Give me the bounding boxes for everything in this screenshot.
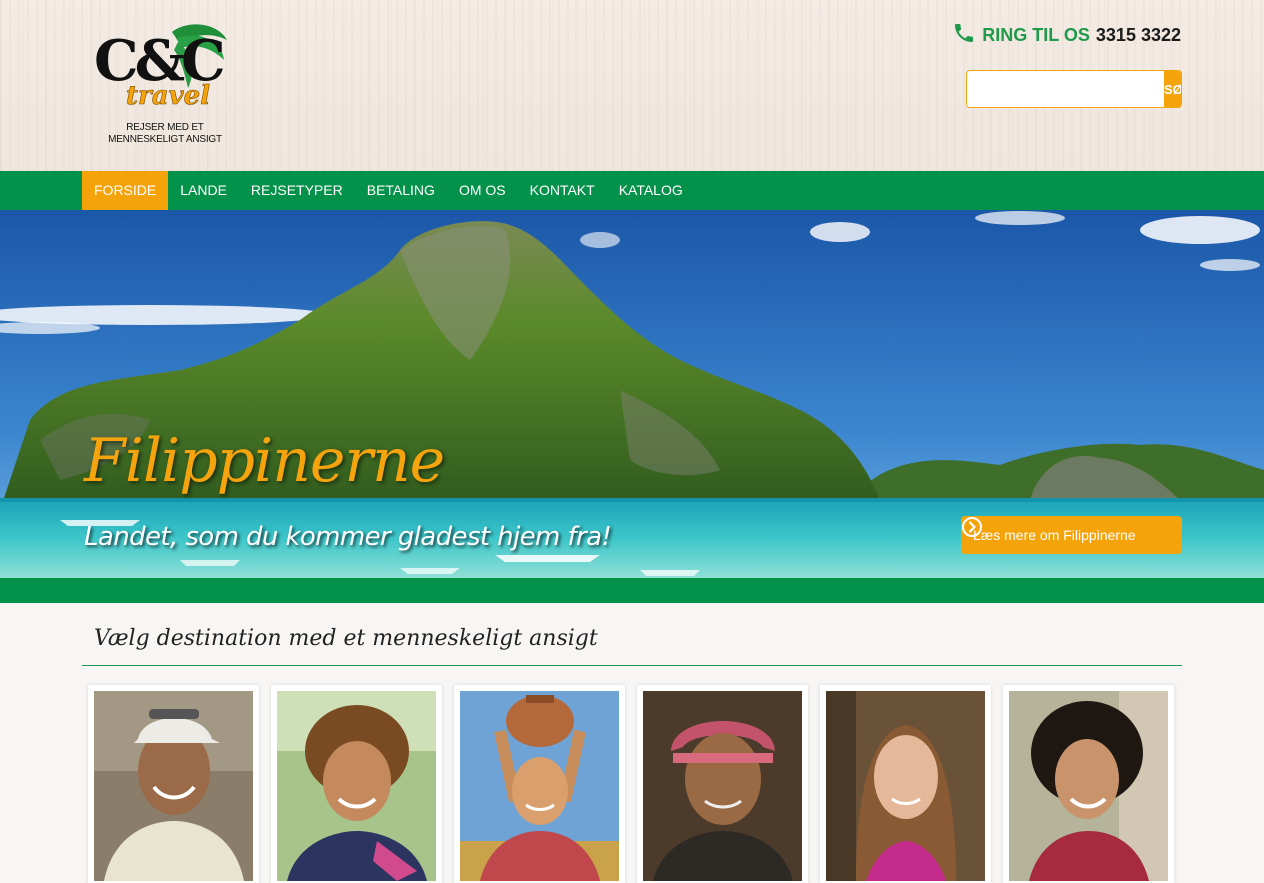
site-header: C&C travel REJSER MED ET MENNESKELIGT AN… <box>0 0 1264 171</box>
destinations-heading: Vælg destination med et menneskeligt ans… <box>94 626 598 651</box>
logo-tagline: REJSER MED ET MENNESKELIGT ANSIGT <box>108 122 222 145</box>
phone-contact[interactable]: RING TIL OS 3315 3322 <box>952 22 1181 48</box>
destination-card[interactable] <box>820 685 991 883</box>
logo-subtext: travel <box>126 81 210 111</box>
destination-card[interactable] <box>637 685 808 883</box>
main-nav: FORSIDE LANDE REJSETYPER BETALING OM OS … <box>0 171 1264 210</box>
nav-item-rejsetyper[interactable]: REJSETYPER <box>239 171 355 210</box>
portrait-boy-curly-icon <box>277 691 436 881</box>
destination-card[interactable] <box>271 685 442 883</box>
phone-icon <box>952 21 976 50</box>
destination-card[interactable] <box>1003 685 1174 883</box>
portrait-man-cap-icon <box>94 691 253 881</box>
portrait-woman-pot-icon <box>460 691 619 881</box>
nav-item-om-os[interactable]: OM OS <box>447 171 518 210</box>
portrait-woman-scarf-icon <box>643 691 802 881</box>
nav-item-betaling[interactable]: BETALING <box>355 171 447 210</box>
destination-cards <box>88 685 1188 883</box>
section-divider <box>82 665 1182 666</box>
read-more-button[interactable]: Læs mere om Filippinerne <box>961 516 1182 554</box>
search-input[interactable] <box>967 71 1164 107</box>
hero-bottom-band <box>0 578 1264 603</box>
search-button[interactable]: SØG <box>1164 71 1181 107</box>
hero-banner[interactable]: Filippinerne Landet, som du kommer glade… <box>0 210 1264 578</box>
nav-item-kontakt[interactable]: KONTAKT <box>518 171 607 210</box>
destination-card[interactable] <box>88 685 259 883</box>
portrait-girl-curly-icon <box>1009 691 1168 881</box>
nav-item-lande[interactable]: LANDE <box>168 171 239 210</box>
nav-item-katalog[interactable]: KATALOG <box>607 171 695 210</box>
destination-card[interactable] <box>454 685 625 883</box>
phone-number[interactable]: 3315 3322 <box>1096 25 1181 46</box>
nav-item-forside[interactable]: FORSIDE <box>82 171 169 210</box>
search-form: SØG <box>966 70 1182 108</box>
read-more-label: Læs mere om Filippinerne <box>973 527 1136 543</box>
hero-title: Filippinerne <box>84 426 445 496</box>
logo-graphic: C&C travel <box>94 24 227 111</box>
phone-label: RING TIL OS <box>982 24 1090 45</box>
portrait-girl-icon <box>826 691 985 881</box>
hero-subtitle: Landet, som du kommer gladest hjem fra! <box>84 522 612 552</box>
